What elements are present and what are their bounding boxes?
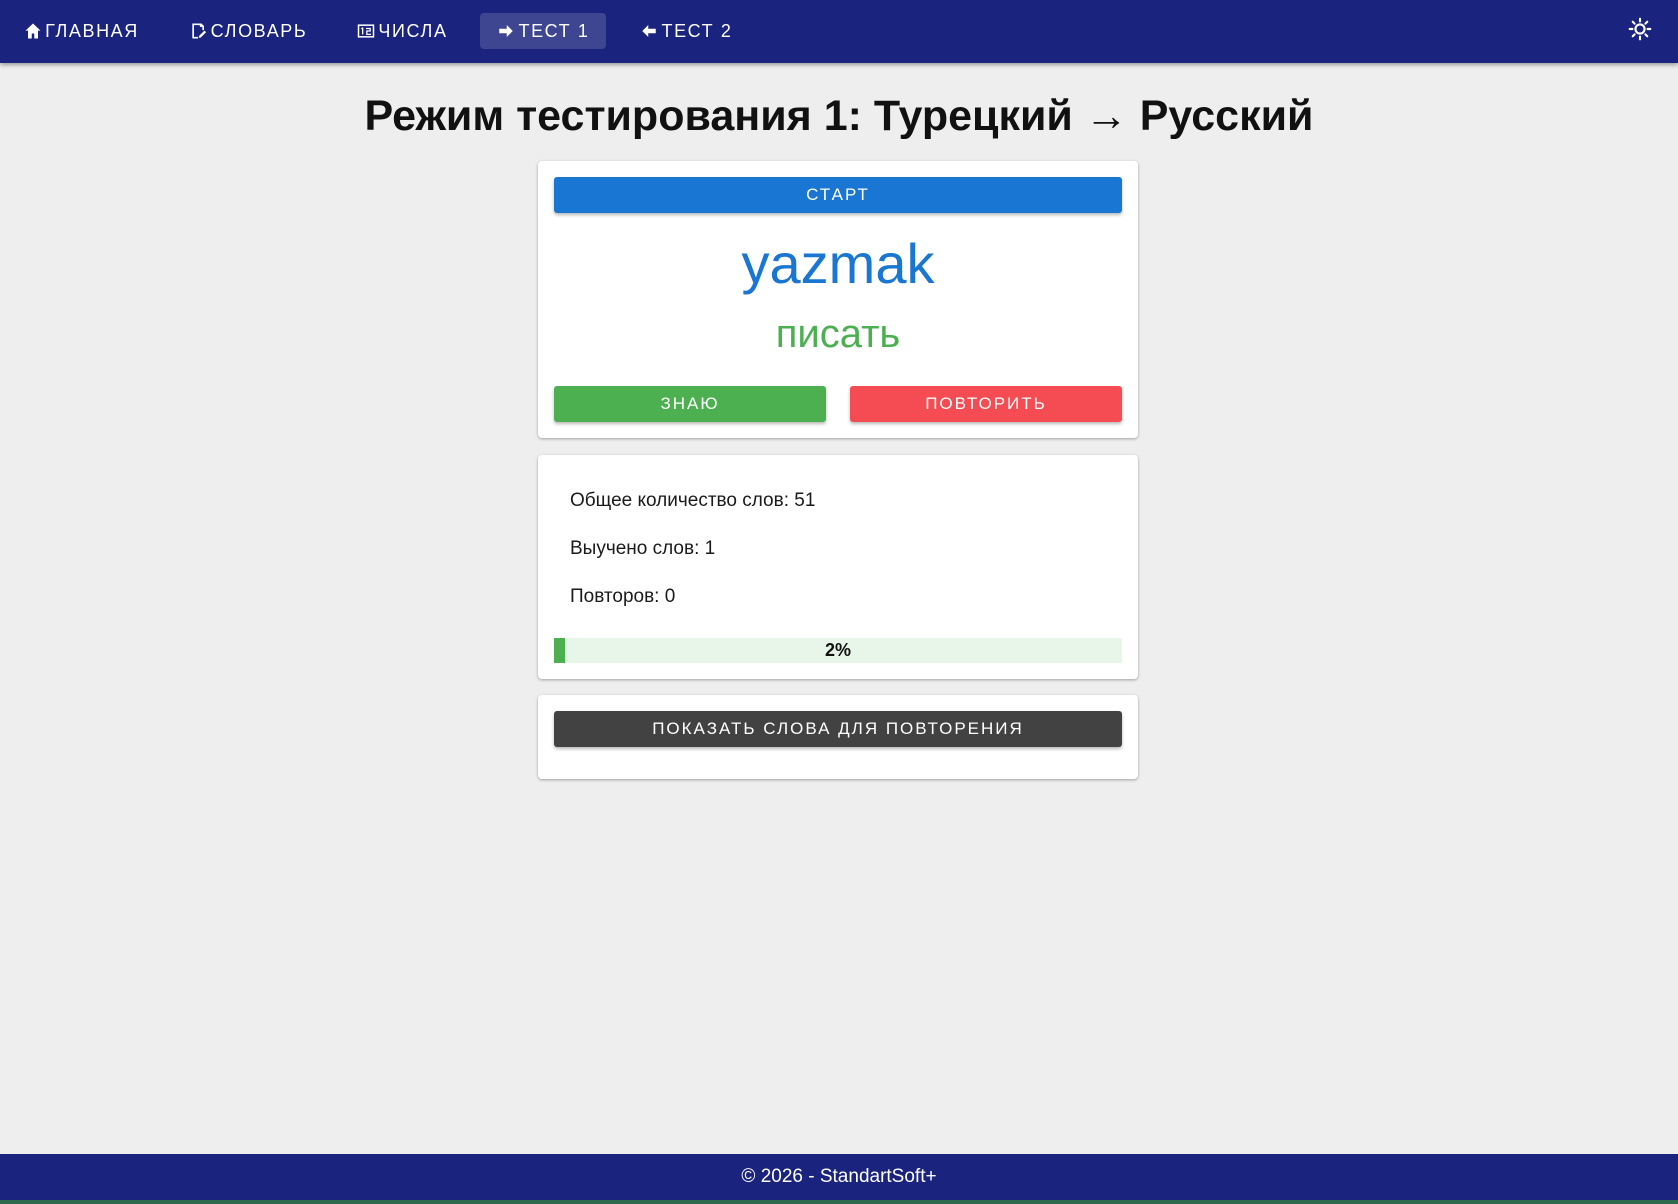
footer: © 2026 - StandartSoft+ (0, 1154, 1678, 1200)
brightness-icon (1627, 16, 1653, 47)
total-words-count: Общее количество слов: 51 (570, 490, 816, 511)
show-review-words-button[interactable]: ПОКАЗАТЬ СЛОВА ДЛЯ ПОВТОРЕНИЯ (554, 711, 1122, 747)
word-translation: писать (775, 312, 901, 356)
nav-item-dictionary[interactable]: СЛОВАРЬ (186, 13, 310, 49)
test-word: yazmak (741, 232, 935, 295)
know-button[interactable]: ЗНАЮ (554, 386, 826, 422)
page-title: Режим тестирования 1: Турецкий → Русский (364, 92, 1314, 140)
app-page: ГЛАВНАЯ СЛОВАРЬ ЧИСЛА ТЕСТ 1 ТЕСТ 2 Режи… (0, 0, 1678, 1204)
progress-bar: 2% (554, 638, 1122, 663)
nav-item-label: СЛОВАРЬ (210, 20, 308, 41)
footer-copyright: © 2026 - StandartSoft+ (741, 1166, 937, 1187)
nav-item-test-2[interactable]: ТЕСТ 2 (636, 13, 736, 49)
nav-item-label: ТЕСТ 2 (661, 20, 733, 41)
top-navigation-bar: ГЛАВНАЯ СЛОВАРЬ ЧИСЛА ТЕСТ 1 ТЕСТ 2 (0, 0, 1678, 63)
arrow-left-icon (639, 21, 659, 41)
nav-item-test-1[interactable]: ТЕСТ 1 (480, 13, 606, 49)
progress-label: 2% (824, 640, 851, 660)
nav-item-label: ТЕСТ 1 (518, 20, 590, 41)
repeat-button[interactable]: ПОВТОРИТЬ (850, 386, 1122, 422)
window-bottom-edge (0, 1200, 1678, 1204)
arrow-right-icon (496, 21, 516, 41)
learned-words-count: Выучено слов: 1 (570, 538, 716, 559)
review-card: ПОКАЗАТЬ СЛОВА ДЛЯ ПОВТОРЕНИЯ (538, 695, 1138, 779)
repeats-count: Повторов: 0 (570, 586, 676, 607)
nav-item-label: ГЛАВНАЯ (45, 20, 139, 41)
numbers-icon (356, 21, 376, 41)
start-button[interactable]: СТАРТ (554, 177, 1122, 213)
stats-card: Общее количество слов: 51 Выучено слов: … (538, 455, 1138, 679)
nav-item-numbers[interactable]: ЧИСЛА (354, 13, 450, 49)
nav-item-label: ЧИСЛА (378, 20, 448, 41)
test-card: СТАРТ yazmak писать ЗНАЮ ПОВТОРИТЬ (538, 161, 1138, 438)
theme-toggle-button[interactable] (1624, 15, 1656, 47)
home-icon (23, 21, 43, 41)
nav-item-home[interactable]: ГЛАВНАЯ (20, 13, 142, 49)
dictionary-edit-icon (189, 21, 209, 41)
